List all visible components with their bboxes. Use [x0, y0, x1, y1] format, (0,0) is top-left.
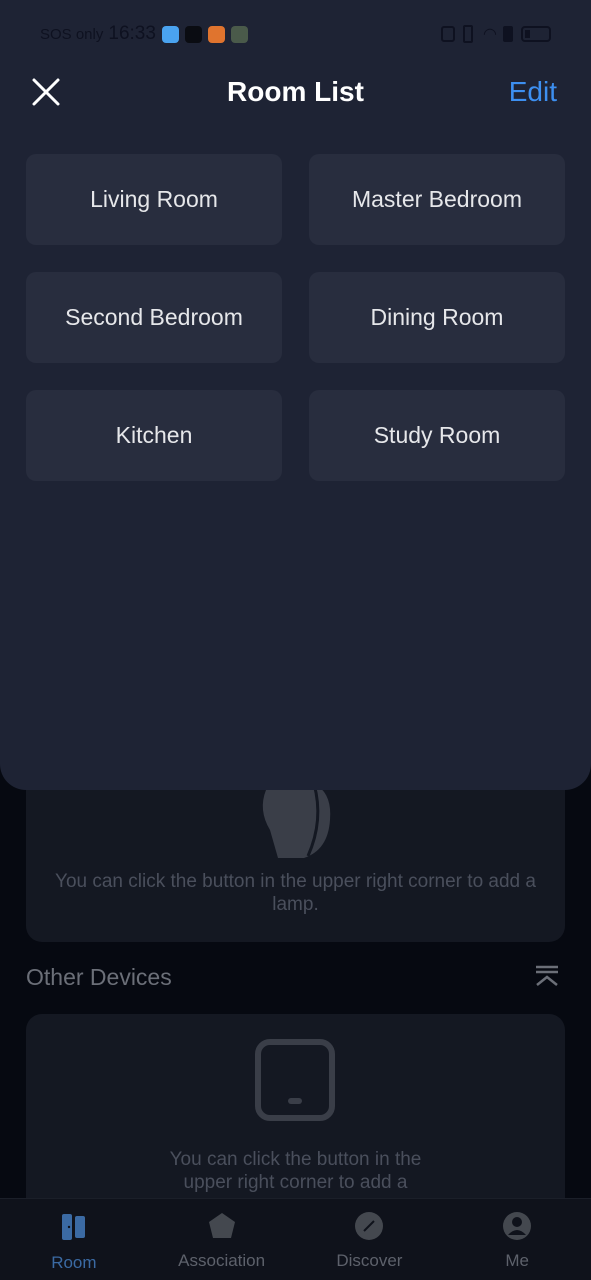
clock: 16:33	[108, 23, 156, 44]
room-study-room[interactable]: Study Room	[309, 390, 565, 481]
collapse-icon[interactable]	[534, 964, 560, 990]
tab-discover[interactable]: Discover	[296, 1199, 444, 1280]
other-devices-title: Other Devices	[26, 964, 172, 990]
tab-label: Association	[178, 1251, 266, 1270]
vibrate-icon	[463, 25, 474, 43]
lamp-icon	[262, 783, 331, 858]
device-icon	[255, 1039, 335, 1121]
room-second-bedroom[interactable]: Second Bedroom	[26, 272, 282, 363]
battery-icon	[521, 26, 551, 42]
tab-label: Me	[505, 1251, 529, 1270]
bottom-nav: Room Association Discover Me	[0, 1198, 591, 1280]
tab-room[interactable]: Room	[0, 1199, 148, 1280]
upload-icon	[184, 25, 202, 43]
edit-button[interactable]: Edit	[509, 76, 557, 108]
room-dining-room[interactable]: Dining Room	[309, 272, 565, 363]
room-list-sheet: SOS only 16:33 ◠ Room List Edit Living R…	[0, 0, 591, 790]
novel-app-icon	[207, 25, 225, 43]
carrier-text: SOS only	[40, 25, 104, 43]
room-living-room[interactable]: Living Room	[26, 154, 282, 245]
sim-icon	[503, 26, 513, 42]
status-bar: SOS only 16:33 ◠	[40, 22, 551, 46]
game-app-icon	[230, 25, 248, 43]
wifi-icon: ◠	[483, 26, 497, 43]
room-kitchen[interactable]: Kitchen	[26, 390, 282, 481]
nfc-icon	[441, 26, 456, 42]
page-title: Room List	[227, 76, 364, 107]
user-icon	[503, 1212, 532, 1240]
compass-icon	[355, 1212, 384, 1240]
pentagon-icon	[208, 1213, 235, 1238]
other-devices-card: You can click the button in the upper ri…	[26, 1014, 565, 1214]
door-icon	[61, 1214, 85, 1240]
tab-label: Room	[51, 1253, 97, 1272]
weather-app-icon	[161, 25, 179, 43]
tab-label: Discover	[336, 1251, 403, 1270]
other-hint: You can click the button in the upper ri…	[169, 1149, 422, 1193]
room-master-bedroom[interactable]: Master Bedroom	[309, 154, 565, 245]
tab-association[interactable]: Association	[148, 1199, 296, 1280]
room-grid: Living Room Master Bedroom Second Bedroo…	[26, 154, 565, 481]
lamp-hint: You can click the button in the upper ri…	[55, 871, 536, 915]
tab-me[interactable]: Me	[443, 1199, 591, 1280]
